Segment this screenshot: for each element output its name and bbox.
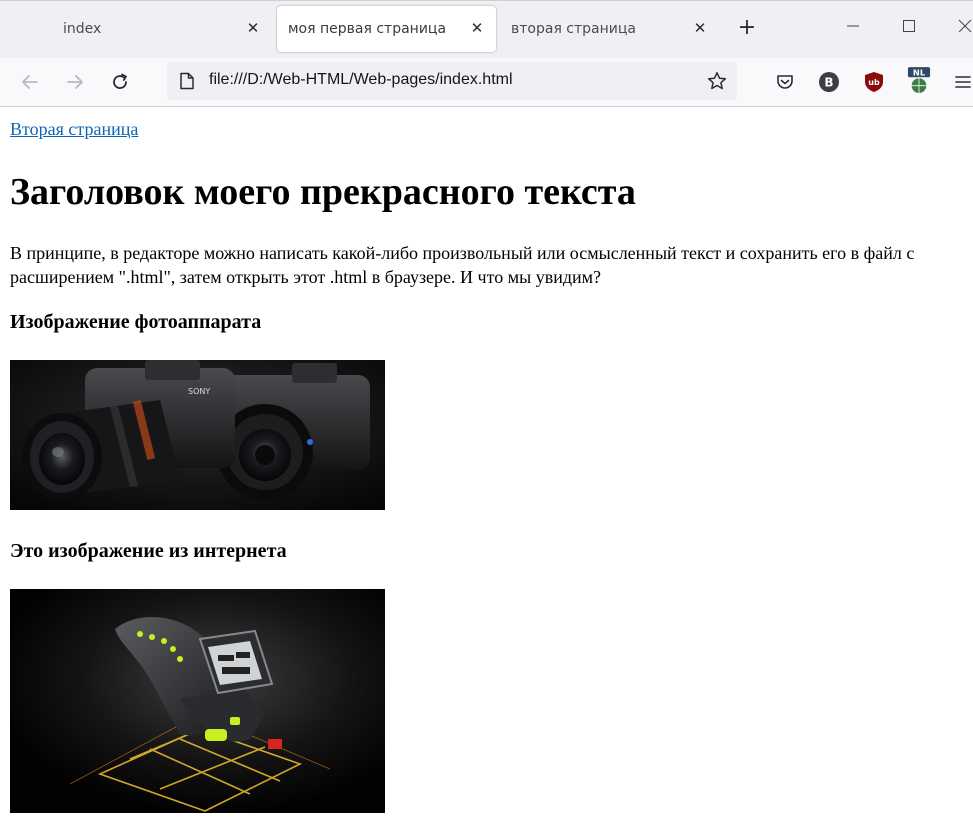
tab-index[interactable]: index ✕ <box>0 6 268 52</box>
maximize-icon[interactable] <box>894 15 924 41</box>
tab-title: вторая страница <box>511 21 636 37</box>
minimize-icon[interactable] <box>838 15 868 41</box>
svg-text:NL: NL <box>913 67 926 77</box>
close-icon[interactable]: ✕ <box>467 18 487 38</box>
nl-extension-icon[interactable]: NL <box>907 66 931 96</box>
watch-image <box>10 589 385 813</box>
bookmark-star-icon[interactable] <box>707 71 727 96</box>
close-icon[interactable]: ✕ <box>243 18 263 38</box>
ublock-icon[interactable]: ub <box>862 70 886 94</box>
page-heading: Заголовок моего прекрасного текста <box>10 171 636 213</box>
page-icon <box>179 72 195 95</box>
second-page-link[interactable]: Вторая страница <box>10 119 138 140</box>
page-content: Вторая страница Заголовок моего прекрасн… <box>0 107 973 837</box>
svg-text:B: B <box>824 76 833 90</box>
tab-my-first-page[interactable]: моя первая страница ✕ <box>277 6 496 52</box>
tab-title: index <box>63 21 102 37</box>
close-icon[interactable]: ✕ <box>690 18 710 38</box>
new-tab-plus-icon[interactable]: + <box>736 17 758 39</box>
intro-paragraph: В принципе, в редакторе можно написать к… <box>10 243 915 287</box>
internet-image-heading: Это изображение из интернета <box>10 540 287 562</box>
window-close-icon[interactable] <box>950 15 973 41</box>
address-bar[interactable]: file:///D:/Web-HTML/Web-pages/index.html <box>167 62 737 100</box>
camera-image-heading: Изображение фотоаппарата <box>10 311 262 333</box>
forward-arrow-icon[interactable] <box>62 69 88 95</box>
pocket-icon[interactable] <box>773 70 797 94</box>
navigation-toolbar: file:///D:/Web-HTML/Web-pages/index.html… <box>0 58 973 107</box>
svg-text:ub: ub <box>868 78 880 87</box>
reload-icon[interactable] <box>107 69 133 95</box>
tab-second-page[interactable]: вторая страница ✕ <box>500 6 722 52</box>
tab-strip: index ✕ моя первая страница ✕ вторая стр… <box>0 0 973 58</box>
url-text[interactable]: file:///D:/Web-HTML/Web-pages/index.html <box>209 71 513 89</box>
svg-text:SONY: SONY <box>188 387 210 396</box>
camera-image: SONY <box>10 360 385 510</box>
b-extension-icon[interactable]: B <box>817 70 841 94</box>
hamburger-menu-icon[interactable] <box>951 70 973 94</box>
back-arrow-icon[interactable] <box>17 69 43 95</box>
tab-title: моя первая страница <box>288 21 447 37</box>
